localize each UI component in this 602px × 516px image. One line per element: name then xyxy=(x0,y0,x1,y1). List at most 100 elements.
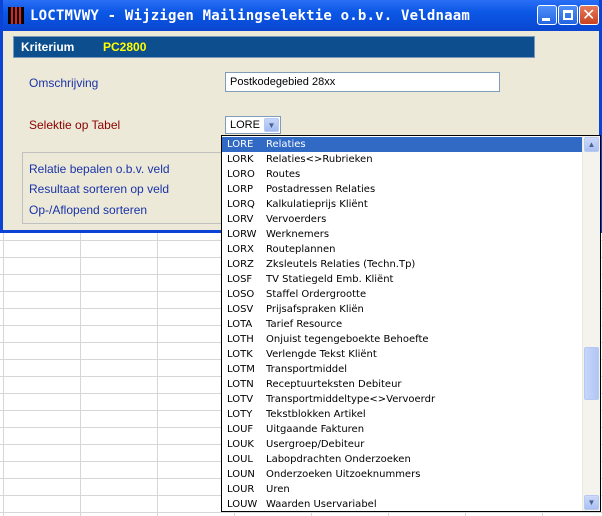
item-description: Zksleutels Relaties (Techn.Tp) xyxy=(266,259,416,270)
app-icon xyxy=(8,7,24,24)
item-description: Uren xyxy=(266,484,290,495)
dropdown-item-louw[interactable]: LOUW Waarden Uservariabel xyxy=(222,497,584,511)
dropdown-item-lota[interactable]: LOTA Tarief Resource xyxy=(222,317,584,332)
item-description: Receptuurteksten Debiteur xyxy=(266,379,402,390)
scroll-thumb[interactable] xyxy=(584,347,599,400)
item-description: Tarief Resource xyxy=(266,319,343,330)
item-description: Waarden Uservariabel xyxy=(266,499,377,510)
dropdown-item-losv[interactable]: LOSV Prijsafspraken Kliën xyxy=(222,302,584,317)
item-code: LORZ xyxy=(227,259,254,270)
item-description: Transportmiddeltype<>Vervoerdr xyxy=(266,394,436,405)
dropdown-item-lotk[interactable]: LOTK Verlengde Tekst Kliënt xyxy=(222,347,584,362)
dropdown-item-lorx[interactable]: LORX Routeplannen xyxy=(222,242,584,257)
dropdown-scrollbar[interactable]: ▲ ▼ xyxy=(582,136,600,511)
item-description: Onderzoeken Uitzoeknummers xyxy=(266,469,421,480)
close-button[interactable]: ✕ xyxy=(579,5,599,25)
item-code: LOUN xyxy=(227,469,255,480)
item-code: LORE xyxy=(227,139,254,150)
criterium-label: Kriterium xyxy=(21,40,75,54)
selektie-combobox[interactable]: LORE ▼ xyxy=(225,116,281,134)
dropdown-item-louf[interactable]: LOUF Uitgaande Fakturen xyxy=(222,422,584,437)
dropdown-item-loro[interactable]: LORO Routes xyxy=(222,167,584,182)
item-description: Postadressen Relaties xyxy=(266,184,376,195)
dropdown-item-lorz[interactable]: LORZ Zksleutels Relaties (Techn.Tp) xyxy=(222,257,584,272)
sorteren-option[interactable]: Op-/Aflopend sorteren xyxy=(29,203,147,217)
dropdown-item-lore[interactable]: LORE Relaties xyxy=(222,137,584,152)
dropdown-item-loun[interactable]: LOUN Onderzoeken Uitzoeknummers xyxy=(222,467,584,482)
dropdown-item-lorv[interactable]: LORV Vervoerders xyxy=(222,212,584,227)
minimize-icon xyxy=(542,18,550,21)
item-code: LORW xyxy=(227,229,257,240)
item-description: Relaties xyxy=(266,139,306,150)
item-code: LOUF xyxy=(227,424,254,435)
item-description: Werknemers xyxy=(266,229,330,240)
dropdown-item-lour[interactable]: LOUR Uren xyxy=(222,482,584,497)
item-description: Relaties<>Rubrieken xyxy=(266,154,373,165)
dropdown-item-lorw[interactable]: LORW Werknemers xyxy=(222,227,584,242)
item-code: LORP xyxy=(227,184,254,195)
item-code: LOUR xyxy=(227,484,255,495)
maximize-button[interactable] xyxy=(558,5,578,25)
item-description: Uitgaande Fakturen xyxy=(266,424,365,435)
item-code: LOTM xyxy=(227,364,255,375)
item-description: Onjuist tegengeboekte Behoefte xyxy=(266,334,429,345)
item-code: LORQ xyxy=(227,199,255,210)
item-code: LOSV xyxy=(227,304,254,315)
item-description: Prijsafspraken Kliën xyxy=(266,304,364,315)
chevron-down-icon[interactable]: ▼ xyxy=(264,118,279,132)
dropdown-item-lork[interactable]: LORK Relaties<>Rubrieken xyxy=(222,152,584,167)
scroll-up-icon[interactable]: ▲ xyxy=(584,137,599,152)
item-code: LOTV xyxy=(227,394,254,405)
dropdown-item-lotv[interactable]: LOTV Transportmiddeltype<>Vervoerdr xyxy=(222,392,584,407)
item-code: LORO xyxy=(227,169,255,180)
dropdown-item-lorp[interactable]: LORP Postadressen Relaties xyxy=(222,182,584,197)
close-icon: ✕ xyxy=(582,5,596,24)
item-code: LOUW xyxy=(227,499,258,510)
item-description: TV Statiegeld Emb. Kliënt xyxy=(266,274,394,285)
minimize-button[interactable] xyxy=(537,5,557,25)
item-code: LOUK xyxy=(227,439,254,450)
item-description: Tekstblokken Artikel xyxy=(266,409,366,420)
dropdown-item-loth[interactable]: LOTH Onjuist tegengeboekte Behoefte xyxy=(222,332,584,347)
item-code: LOTA xyxy=(227,319,253,330)
item-code: LOTH xyxy=(227,334,254,345)
dropdown-item-lorq[interactable]: LORQ Kalkulatieprijs Kliënt xyxy=(222,197,584,212)
item-code: LOUL xyxy=(227,454,253,465)
table-dropdown-list[interactable]: LORE Relaties LORK Relaties<>Rubrieken LORO R… xyxy=(221,135,601,512)
dropdown-item-loul[interactable]: LOUL Labopdrachten Onderzoeken xyxy=(222,452,584,467)
criterium-bar: Kriterium PC2800 xyxy=(13,36,535,58)
item-description: Verlengde Tekst Kliënt xyxy=(266,349,377,360)
item-description: Transportmiddel xyxy=(266,364,348,375)
item-description: Usergroep/Debiteur xyxy=(266,439,365,450)
relatie-option[interactable]: Relatie bepalen o.b.v. veld xyxy=(29,162,170,176)
dropdown-item-loso[interactable]: LOSO Staffel Ordergrootte xyxy=(222,287,584,302)
dropdown-item-lotm[interactable]: LOTM Transportmiddel xyxy=(222,362,584,377)
item-code: LOSF xyxy=(227,274,253,285)
scroll-down-icon[interactable]: ▼ xyxy=(584,495,599,510)
dropdown-item-loty[interactable]: LOTY Tekstblokken Artikel xyxy=(222,407,584,422)
item-code: LORV xyxy=(227,214,254,225)
item-code: LOTN xyxy=(227,379,254,390)
dropdown-item-losf[interactable]: LOSF TV Statiegeld Emb. Kliënt xyxy=(222,272,584,287)
dropdown-item-lotn[interactable]: LOTN Receptuurteksten Debiteur xyxy=(222,377,584,392)
dropdown-items: LORE Relaties LORK Relaties<>Rubrieken LORO R… xyxy=(222,137,584,511)
item-description: Kalkulatieprijs Kliënt xyxy=(266,199,368,210)
item-code: LORK xyxy=(227,154,254,165)
item-code: LOSO xyxy=(227,289,255,300)
criterium-value: PC2800 xyxy=(103,40,147,54)
item-description: Staffel Ordergrootte xyxy=(266,289,367,300)
title-bar[interactable]: LOCTMVWY - Wijzigen Mailingselektie o.b.… xyxy=(3,0,599,31)
selektie-label: Selektie op Tabel xyxy=(29,118,121,132)
item-description: Routes xyxy=(266,169,301,180)
omschrijving-input[interactable]: Postkodegebied 28xx xyxy=(225,72,500,92)
window-title: LOCTMVWY - Wijzigen Mailingselektie o.b.… xyxy=(30,8,471,24)
omschrijving-label: Omschrijving xyxy=(29,76,99,90)
item-description: Routeplannen xyxy=(266,244,336,255)
resultaat-option[interactable]: Resultaat sorteren op veld xyxy=(29,182,169,196)
item-code: LOTK xyxy=(227,349,253,360)
dropdown-item-louk[interactable]: LOUK Usergroep/Debiteur xyxy=(222,437,584,452)
selektie-value: LORE xyxy=(230,119,260,131)
maximize-icon xyxy=(563,10,573,20)
item-code: LOTY xyxy=(227,409,253,420)
item-description: Labopdrachten Onderzoeken xyxy=(266,454,411,465)
